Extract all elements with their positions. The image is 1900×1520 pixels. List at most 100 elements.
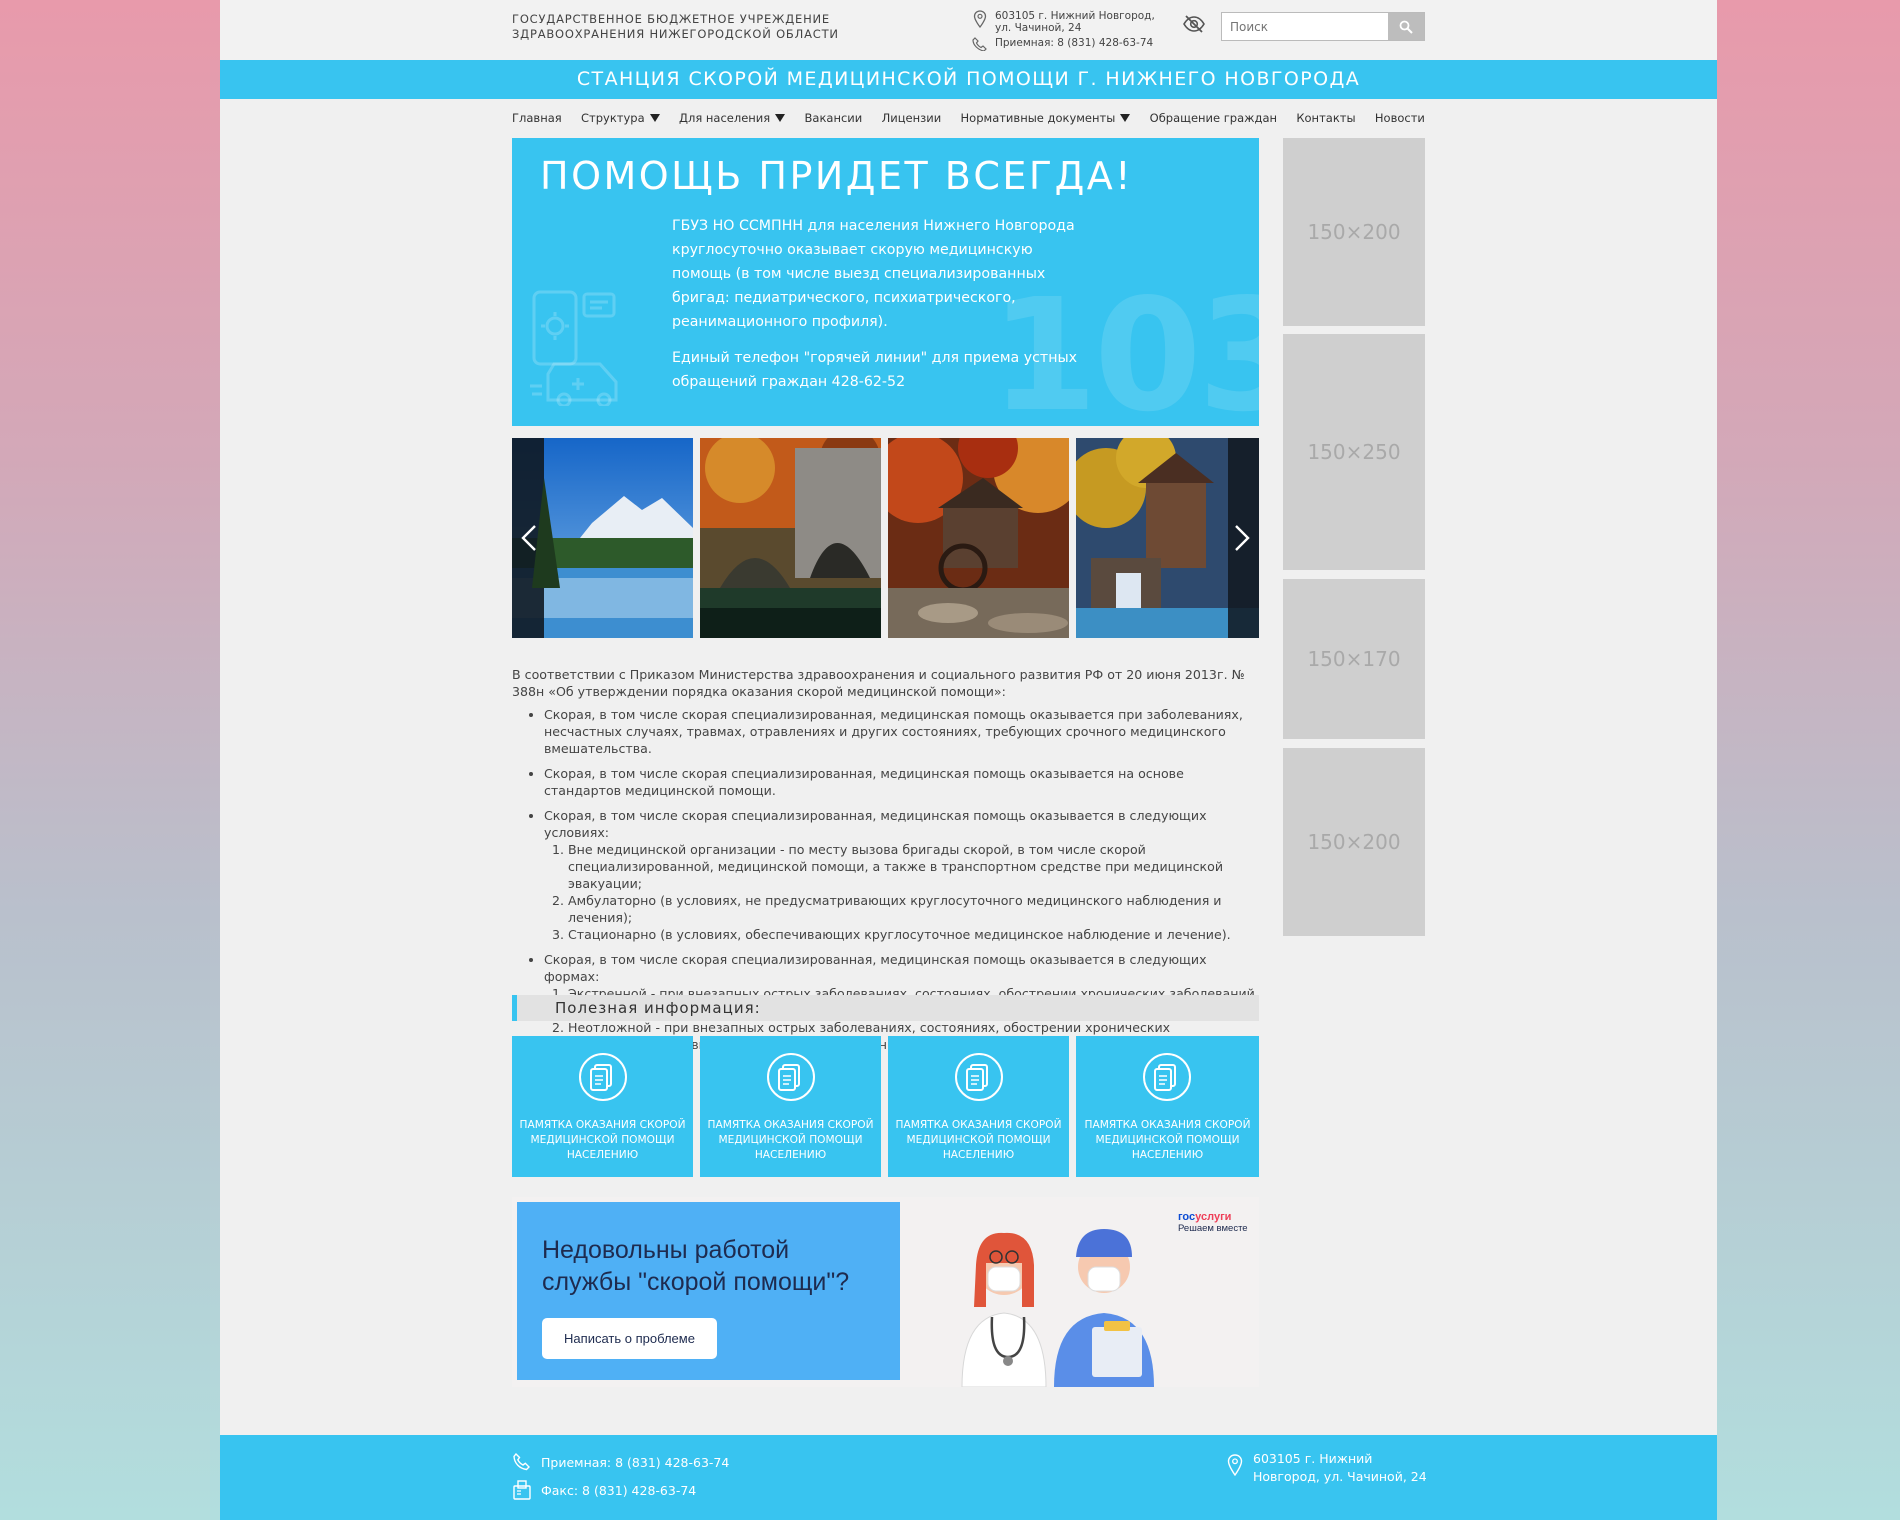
info-tile-memo[interactable]: Памятка оказания скорой медицинской помо…: [888, 1036, 1069, 1177]
chevron-right-icon: [1235, 525, 1250, 551]
list-item: Скорая, в том числе скорая специализиров…: [544, 807, 1259, 943]
station-title-bar: Станция скорой медицинской помощи г. Ниж…: [220, 60, 1717, 99]
hero-text: ГБУЗ НО ССМПНН для населения Нижнего Нов…: [672, 214, 1092, 406]
nav-label: Лицензии: [881, 111, 942, 125]
nav-item-for-population[interactable]: Для населения: [678, 111, 786, 125]
list-item: Скорая, в том числе скорая специализиров…: [544, 765, 1259, 799]
top-bar: Государственное бюджетное учреждение здр…: [220, 0, 1717, 60]
sub-list-item: Амбулаторно (в условиях, не предусматрив…: [568, 892, 1259, 926]
banner-headline-line-1: Недовольны работой: [542, 1236, 790, 1264]
header-address: 603105 г. Нижний Новгород, ул. Чачиной, …: [972, 10, 1172, 34]
dropdown-triangle-icon: [775, 114, 786, 122]
footer-address-line-1: 603105 г. Нижний: [1253, 1451, 1373, 1466]
search-input[interactable]: [1222, 13, 1388, 40]
footer-reception: Приемная: 8 (831) 428-63-74: [513, 1453, 729, 1471]
photo-stone-bridge: [700, 438, 881, 638]
document-icon: [579, 1053, 627, 1101]
footer-address-text: 603105 г. Нижний Новгород, ул. Чачиной, …: [1253, 1450, 1427, 1486]
header-address-text: 603105 г. Нижний Новгород, ул. Чачиной, …: [995, 10, 1155, 34]
header-contacts: 603105 г. Нижний Новгород, ул. Чачиной, …: [972, 10, 1172, 54]
map-pin-icon: [1227, 1454, 1243, 1476]
page: Государственное бюджетное учреждение здр…: [220, 0, 1717, 1520]
phone-icon: [972, 37, 987, 51]
nav-label: Вакансии: [804, 111, 863, 125]
gosuslugi-brand: госуслуги: [1178, 1211, 1232, 1223]
ad-placeholder[interactable]: 150×250: [1283, 334, 1425, 570]
ad-size-label: 150×250: [1307, 440, 1401, 464]
banner-blue-panel: Недовольны работой службы "скорой помощи…: [517, 1202, 900, 1380]
carousel-photo-autumn-mill[interactable]: [888, 438, 1069, 638]
info-tile-label: Памятка оказания скорой медицинской помо…: [895, 1119, 1062, 1161]
useful-info-heading: Полезная информация:: [512, 995, 1259, 1021]
ad-size-label: 150×200: [1307, 830, 1401, 854]
search-button[interactable]: [1388, 13, 1424, 40]
carousel-photo-stone-bridge[interactable]: [700, 438, 881, 638]
eye-slash-icon: [1183, 15, 1205, 33]
nav-label: Контакты: [1296, 111, 1356, 125]
footer: Приемная: 8 (831) 428-63-74 Факс: 8 (831…: [220, 1435, 1717, 1520]
info-tile-memo[interactable]: Памятка оказания скорой медицинской помо…: [1076, 1036, 1259, 1177]
visually-impaired-toggle[interactable]: [1182, 14, 1206, 34]
gosuslugi-complaint-banner[interactable]: Недовольны работой службы "скорой помощи…: [512, 1197, 1259, 1387]
hero-paragraph-1: ГБУЗ НО ССМПНН для населения Нижнего Нов…: [672, 218, 1075, 330]
info-tile-memo[interactable]: Памятка оказания скорой медицинской помо…: [512, 1036, 693, 1177]
nav-label: Обращение граждан: [1149, 111, 1278, 125]
station-title: Станция скорой медицинской помощи г. Ниж…: [576, 68, 1361, 90]
ad-placeholder[interactable]: 150×170: [1283, 579, 1425, 739]
nav-item-citizen-appeals[interactable]: Обращение граждан: [1150, 111, 1277, 125]
photo-autumn-mill: [888, 438, 1069, 638]
search-icon: [1399, 20, 1413, 34]
carousel-prev-button[interactable]: [514, 518, 544, 558]
useful-info-tiles: Памятка оказания скорой медицинской помо…: [512, 1036, 1259, 1177]
nav-item-vacancies[interactable]: Вакансии: [805, 111, 863, 125]
banner-headline: Недовольны работой службы "скорой помощи…: [542, 1234, 849, 1298]
header-reception-text: Приемная: 8 (831) 428-63-74: [995, 37, 1154, 49]
list-item-text: Скорая, в том числе скорая специализиров…: [544, 952, 1207, 984]
doctors-illustration: [961, 1229, 1154, 1387]
list-item: Скорая, в том числе скорая специализиров…: [544, 706, 1259, 757]
nav-item-structure[interactable]: Структура: [581, 111, 660, 125]
write-problem-button[interactable]: Написать о проблеме: [542, 1318, 717, 1359]
ad-placeholder[interactable]: 150×200: [1283, 138, 1425, 326]
nav-item-normative-docs[interactable]: Нормативные документы: [961, 111, 1131, 125]
document-icon: [1143, 1053, 1191, 1101]
article-intro: В соответствии с Приказом Министерства з…: [512, 667, 1245, 699]
carousel-next-button[interactable]: [1227, 518, 1257, 558]
main-nav: Главная Структура Для населения Вакансии…: [512, 108, 1425, 128]
info-tile-label: Памятка оказания скорой медицинской помо…: [519, 1119, 686, 1161]
ad-size-label: 150×200: [1307, 220, 1401, 244]
org-line-1: Государственное бюджетное учреждение: [512, 12, 831, 26]
footer-address: 603105 г. Нижний Новгород, ул. Чачиной, …: [1227, 1450, 1427, 1486]
info-tile-label: Памятка оказания скорой медицинской помо…: [1084, 1119, 1251, 1161]
hero-paragraph-2: Единый телефон "горячей линии" для прием…: [672, 350, 1078, 390]
ambulance-app-illustration: [530, 290, 618, 406]
footer-reception-text: Приемная: 8 (831) 428-63-74: [541, 1454, 730, 1470]
document-icon: [955, 1053, 1003, 1101]
chevron-left-icon: [521, 525, 536, 551]
phone-icon: [513, 1453, 530, 1471]
info-tile-label: Памятка оказания скорой медицинской помо…: [707, 1119, 874, 1161]
nav-item-home[interactable]: Главная: [512, 111, 562, 125]
useful-info-title: Полезная информация:: [555, 999, 761, 1017]
hero-title: ПОМОЩЬ ПРИДЕТ ВСЕГДА!: [540, 154, 1133, 198]
organization-name: Государственное бюджетное учреждение здр…: [512, 12, 839, 42]
footer-fax-text: Факс: 8 (831) 428-63-74: [541, 1482, 697, 1498]
nav-item-news[interactable]: Новости: [1375, 111, 1425, 125]
nav-label: Для населения: [678, 111, 771, 125]
photo-carousel: [512, 438, 1259, 638]
nav-label: Нормативные документы: [960, 111, 1116, 125]
sub-list-item: Вне медицинской организации - по месту в…: [568, 841, 1259, 892]
map-pin-icon: [973, 10, 987, 28]
ad-placeholder[interactable]: 150×200: [1283, 748, 1425, 936]
sub-list-item: Стационарно (в условиях, обеспечивающих …: [568, 926, 1259, 943]
banner-headline-line-2: службы "скорой помощи"?: [542, 1268, 850, 1296]
nav-item-contacts[interactable]: Контакты: [1296, 111, 1355, 125]
fax-icon: [513, 1480, 531, 1500]
sub-list: Вне медицинской организации - по месту в…: [568, 841, 1259, 943]
org-line-2: здравоохранения Нижегородской области: [512, 27, 839, 41]
list-item-text: Скорая, в том числе скорая специализиров…: [544, 808, 1207, 840]
footer-address-line-2: Новгород, ул. Чачиной, 24: [1253, 1469, 1427, 1484]
nav-item-licenses[interactable]: Лицензии: [882, 111, 942, 125]
gosuslugi-logo: госуслуги Решаем вместе: [1178, 1211, 1248, 1235]
info-tile-memo[interactable]: Памятка оказания скорой медицинской помо…: [700, 1036, 881, 1177]
